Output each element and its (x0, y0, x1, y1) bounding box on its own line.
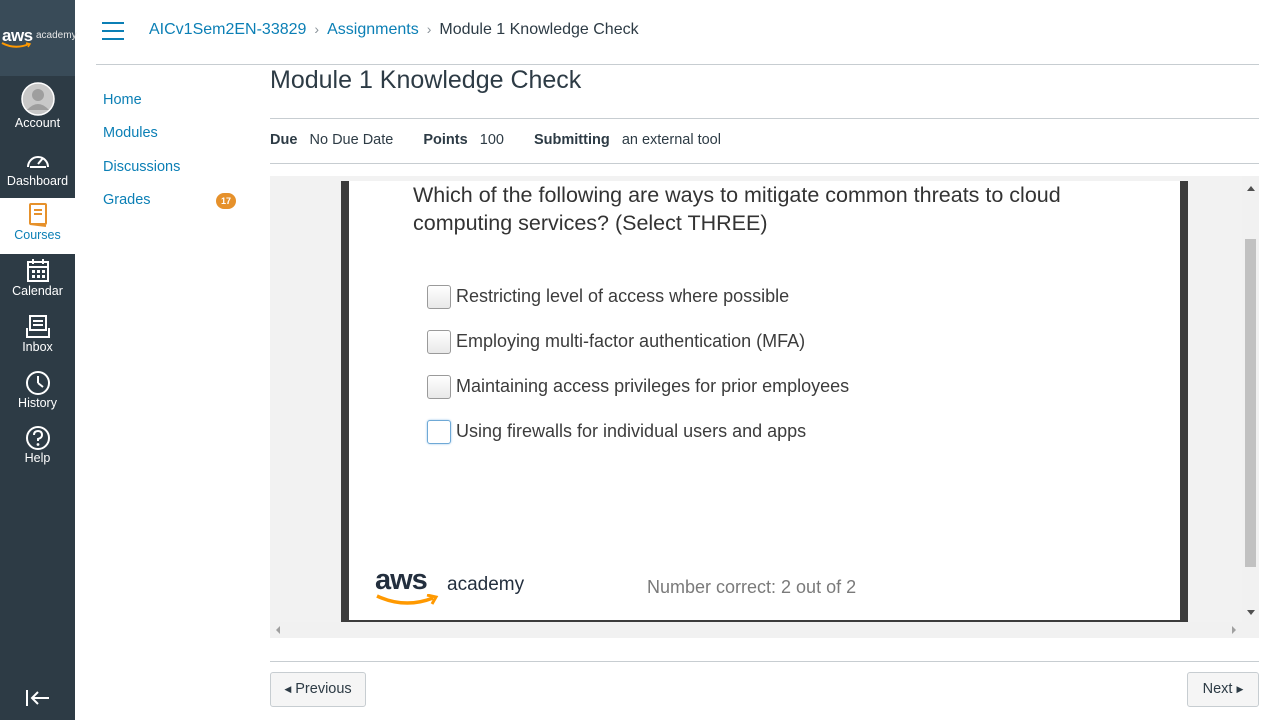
nav-account-label: Account (14, 116, 61, 130)
option-checkbox[interactable] (427, 285, 451, 309)
footer-logo-academy-text: academy (447, 574, 525, 595)
calendar-icon (26, 259, 49, 282)
option-text: Maintaining access privileges for prior … (456, 376, 850, 396)
quiz-panel: Which of the following are ways to mitig… (341, 181, 1188, 623)
aws-smile-icon (376, 594, 439, 605)
previous-button-label: Previous (295, 681, 352, 697)
option-checkbox[interactable] (427, 330, 451, 354)
caret-left-icon: ◀ (284, 684, 292, 694)
score-text: Number correct: 2 out of 2 (647, 577, 857, 597)
submitting-value: an external tool (621, 132, 721, 148)
nav-calendar-label: Calendar (12, 284, 63, 298)
collapse-nav-icon[interactable] (24, 686, 52, 710)
option-text: Restricting level of access where possib… (456, 286, 790, 306)
dashboard-gauge-icon (26, 156, 49, 168)
points-value: 100 (479, 132, 504, 148)
nav-inbox-label: Inbox (22, 340, 53, 354)
nav-courses-label: Courses (14, 228, 61, 242)
due-label: Due (270, 132, 298, 148)
assignment-details: Due No Due Date Points 100 Submitting an… (270, 132, 747, 148)
breadcrumb-current: Module 1 Knowledge Check (439, 21, 639, 38)
history-clock-icon (25, 371, 50, 395)
details-divider (270, 163, 1259, 164)
breadcrumb-chevron-icon: › (314, 21, 320, 37)
vertical-scrollbar[interactable] (1242, 176, 1259, 622)
nav-calendar[interactable]: Calendar (0, 258, 75, 314)
course-nav-grades[interactable]: Grades (103, 192, 151, 208)
title-divider (270, 118, 1259, 119)
next-button-label: Next (1202, 681, 1233, 697)
course-nav-discussions[interactable]: Discussions (103, 159, 180, 175)
points-label: Points (423, 132, 468, 148)
account-avatar-icon (20, 82, 55, 116)
option-text: Employing multi-factor authentication (M… (456, 331, 806, 351)
nav-inbox[interactable]: Inbox (0, 314, 75, 370)
nav-history[interactable]: History (0, 370, 75, 426)
aws-academy-logo[interactable]: aws academy (0, 0, 77, 76)
scroll-left-arrow-icon[interactable] (276, 626, 280, 634)
grades-count-badge: 17 (216, 193, 236, 209)
breadcrumb-course-link[interactable]: AICv1Sem2EN-33829 (149, 21, 306, 38)
submitting-label: Submitting (534, 132, 610, 148)
aws-smile-icon (1, 42, 32, 48)
breadcrumb: AICv1Sem2EN-33829 › Assignments › Module 1 K… (149, 21, 639, 39)
nav-account[interactable]: Account (0, 82, 75, 138)
course-nav-home[interactable]: Home (103, 92, 142, 108)
caret-right-icon: ▶ (1236, 684, 1244, 694)
nav-dashboard[interactable]: Dashboard (0, 146, 75, 202)
option-checkbox[interactable] (427, 375, 451, 399)
nav-dashboard-label: Dashboard (6, 174, 69, 188)
horizontal-scrollbar[interactable] (270, 622, 1259, 638)
nav-help[interactable]: Help (0, 425, 75, 481)
logo-academy-text: academy (36, 30, 77, 41)
next-button[interactable]: Next ▶ (1187, 672, 1259, 707)
footer-logo-aws-text: aws (375, 564, 428, 596)
inbox-icon (25, 315, 50, 338)
option-text: Using firewalls for individual users and… (456, 421, 807, 441)
previous-button[interactable]: ◀ Previous (270, 672, 366, 707)
option-checkbox[interactable] (427, 420, 451, 444)
external-tool-frame: Which of the following are ways to mitig… (270, 176, 1259, 638)
breadcrumb-assignments-link[interactable]: Assignments (327, 21, 419, 38)
scroll-down-arrow-icon[interactable] (1247, 610, 1255, 615)
scrollbar-thumb[interactable] (1245, 239, 1256, 567)
header-divider (96, 64, 1259, 65)
course-nav-modules[interactable]: Modules (103, 125, 158, 141)
scroll-up-arrow-icon[interactable] (1247, 186, 1255, 191)
breadcrumb-chevron-icon: › (426, 21, 432, 37)
hamburger-menu-icon[interactable] (102, 22, 126, 42)
nav-help-label: Help (24, 451, 51, 465)
aws-academy-footer-logo: aws academy (375, 564, 535, 608)
due-value: No Due Date (309, 132, 394, 148)
nav-courses[interactable]: Courses (0, 198, 75, 254)
global-nav: aws academy Account Dashboard Courses Ca… (0, 0, 77, 720)
nav-history-label: History (18, 396, 57, 410)
quiz-question: Which of the following are ways to mitig… (413, 183, 1061, 235)
help-question-icon (25, 426, 50, 450)
page-title: Module 1 Knowledge Check (270, 66, 582, 94)
footer-divider (270, 661, 1259, 662)
scroll-right-arrow-icon[interactable] (1232, 626, 1236, 634)
courses-book-icon (28, 203, 47, 227)
